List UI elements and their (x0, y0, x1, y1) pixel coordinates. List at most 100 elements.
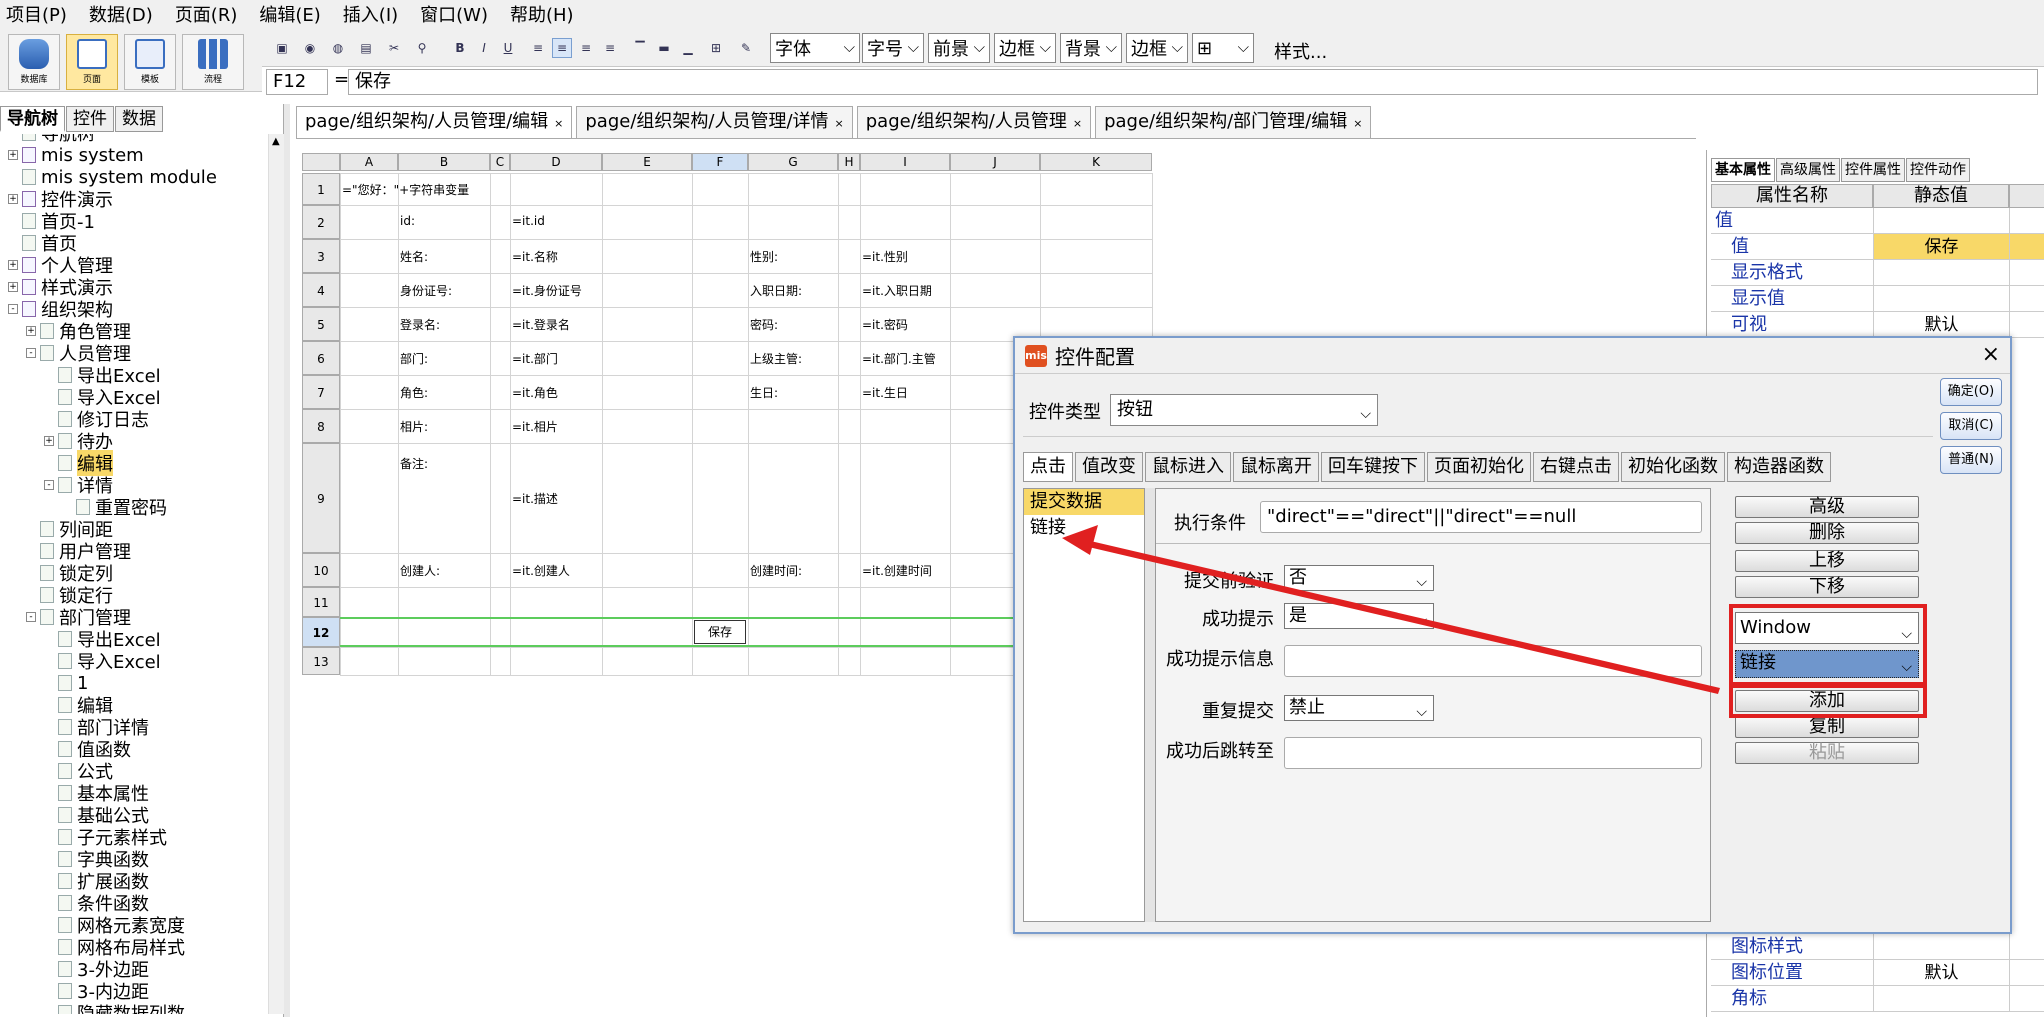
tab-basic-props[interactable]: 基本属性 (1711, 158, 1775, 182)
tab-nav-tree[interactable]: 导航树 (0, 106, 65, 132)
column-header[interactable]: A (340, 153, 398, 171)
tree-node[interactable]: + 角色管理 (26, 320, 131, 343)
align-right-icon[interactable]: ≡ (576, 38, 596, 58)
sheet-cell[interactable]: 登录名: (400, 316, 440, 333)
sheet-cell[interactable]: 姓名: (400, 248, 428, 265)
property-value[interactable] (1873, 986, 2009, 1011)
tab-advanced-props[interactable]: 高级属性 (1776, 158, 1840, 182)
control-type-select[interactable]: 按钮 ⌵ (1110, 394, 1378, 426)
background-select[interactable]: 背景 ⌵ (1060, 33, 1122, 63)
action-splitter[interactable] (1145, 488, 1155, 922)
normal-button[interactable]: 普通(N) (1940, 446, 2002, 474)
sheet-cell[interactable]: =it.创建人 (512, 562, 570, 579)
tree-node[interactable]: 基础公式 (44, 804, 149, 827)
event-tab[interactable]: 鼠标离开 (1233, 452, 1319, 482)
italic-icon[interactable]: I (474, 38, 494, 58)
sheet-cell[interactable]: 性别: (750, 248, 778, 265)
refresh-icon[interactable]: ◍ (328, 38, 348, 58)
template-button[interactable]: 模板 (124, 34, 176, 90)
close-icon[interactable]: × (835, 117, 844, 130)
sheet-cell[interactable]: 相片: (400, 418, 428, 435)
property-extra[interactable] (2009, 260, 2044, 285)
property-value[interactable]: 默认 (1873, 960, 2009, 985)
property-extra[interactable] (2009, 986, 2044, 1011)
valign-middle-icon[interactable]: ▬ (654, 38, 674, 58)
left-scrollbar[interactable]: ▲ (268, 134, 284, 1014)
property-extra[interactable] (2009, 286, 2044, 311)
tree-node[interactable]: + 控件演示 (8, 188, 113, 211)
property-row[interactable]: 可视 默认 (1711, 312, 2044, 338)
sheet-cell[interactable]: 创建人: (400, 562, 440, 579)
font-select[interactable]: 字体 ⌵ (770, 33, 860, 63)
tree-node[interactable]: + 待办 (44, 430, 113, 453)
tab-data[interactable]: 数据 (115, 106, 163, 132)
action-item[interactable]: 提交数据 (1024, 489, 1144, 515)
tree-node[interactable]: 基本属性 (44, 782, 149, 805)
event-tab[interactable]: 右键点击 (1533, 452, 1619, 482)
property-value[interactable]: 保存 (1873, 234, 2009, 259)
menu-item-2[interactable]: 页面(R) (175, 1, 238, 27)
tree-node[interactable]: + 样式演示 (8, 276, 113, 299)
cut-icon[interactable]: ✂ (384, 38, 404, 58)
sheet-cell[interactable]: 身份证号: (400, 282, 452, 299)
sheet-cell[interactable]: 角色: (400, 384, 428, 401)
tree-node[interactable]: - 详情 (44, 474, 113, 497)
row-header[interactable]: 3 (302, 239, 340, 273)
sheet-cell[interactable]: =it.名称 (512, 248, 558, 265)
sheet-cell[interactable]: ="您好："+字符串变量 (342, 181, 469, 198)
tree-node[interactable]: 隐藏数据列数 (44, 1002, 185, 1014)
valign-bottom-icon[interactable]: ▁ (678, 38, 698, 58)
preview-icon[interactable]: ◉ (300, 38, 320, 58)
property-row[interactable]: 显示值 (1711, 286, 2044, 312)
tree-node[interactable]: 修订日志 (44, 408, 149, 431)
property-value[interactable] (1873, 934, 2009, 959)
cancel-button[interactable]: 取消(C) (1940, 412, 2002, 440)
success-msg-input[interactable] (1284, 645, 1702, 677)
sheet-cell[interactable]: 入职日期: (750, 282, 802, 299)
brush-icon[interactable]: ✎ (736, 38, 756, 58)
sheet-cell[interactable]: =it.id (512, 214, 545, 228)
tree-node[interactable]: 导出Excel (44, 364, 161, 387)
menu-item-3[interactable]: 编辑(E) (259, 1, 320, 27)
sheet-cell[interactable]: =it.角色 (512, 384, 558, 401)
close-icon[interactable]: × (1073, 117, 1082, 130)
tree-node[interactable]: + 个人管理 (8, 254, 113, 277)
border-select[interactable]: 边框 ⌵ (994, 33, 1056, 63)
property-extra[interactable] (2009, 312, 2044, 337)
row-header[interactable]: 8 (302, 409, 340, 443)
row-header[interactable]: 1 (302, 173, 340, 205)
sheet-cell[interactable]: =it.登录名 (512, 316, 570, 333)
row-header[interactable]: 4 (302, 273, 340, 307)
sheet-cell[interactable]: =it.相片 (512, 418, 558, 435)
tree-node[interactable]: 3-外边距 (44, 958, 149, 981)
ok-button[interactable]: 确定(O) (1940, 378, 2002, 406)
menu-item-6[interactable]: 帮助(H) (510, 1, 574, 27)
doc-tab[interactable]: page/组织架构/人员管理/编辑 × (296, 106, 573, 138)
property-row[interactable]: 图标样式 (1711, 934, 2044, 960)
tab-control-props[interactable]: 控件属性 (1841, 158, 1905, 182)
tree-node[interactable]: 导出Excel (44, 628, 161, 651)
border-style-select[interactable]: 边框 ⌵ (1126, 33, 1188, 63)
sheet-cell[interactable]: 创建时间: (750, 562, 802, 579)
justify-icon[interactable]: ≡ (600, 38, 620, 58)
find-icon[interactable]: ⚲ (412, 38, 432, 58)
copy-button[interactable]: 复制 (1735, 716, 1919, 738)
close-icon[interactable]: × (1982, 342, 2000, 367)
event-tab[interactable]: 构造器函数 (1727, 452, 1831, 482)
tree-node[interactable]: 编辑 (44, 450, 113, 476)
tree-node[interactable]: - 组织架构 (8, 298, 113, 321)
menu-item-0[interactable]: 项目(P) (6, 1, 67, 27)
row-header[interactable]: 10 (302, 553, 340, 587)
merge-icon[interactable]: ⊞ (706, 38, 726, 58)
property-extra[interactable] (2009, 234, 2044, 259)
expand-icon[interactable]: + (8, 260, 18, 270)
expand-icon[interactable]: + (8, 150, 18, 160)
event-tab[interactable]: 鼠标进入 (1145, 452, 1231, 482)
sheet-cell[interactable]: 部门: (400, 350, 428, 367)
tab-controls[interactable]: 控件 (66, 106, 114, 132)
property-row[interactable]: 角标 (1711, 986, 2044, 1012)
column-header[interactable]: E (602, 153, 692, 171)
paste-button[interactable]: 粘贴 (1735, 742, 1919, 764)
sheet-cell[interactable]: 备注: (400, 455, 428, 472)
align-center-icon[interactable]: ≡ (552, 38, 572, 58)
